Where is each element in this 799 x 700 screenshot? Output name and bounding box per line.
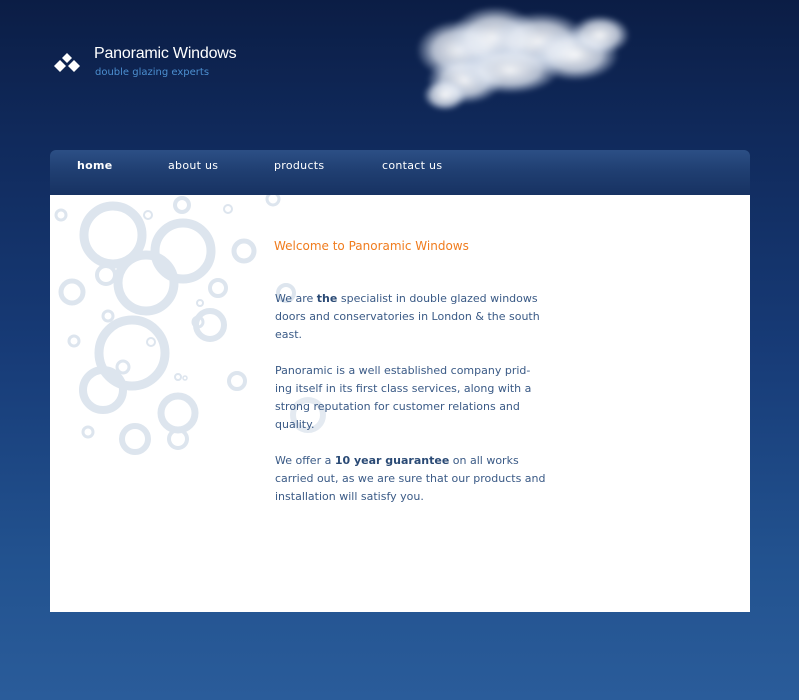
nav-contact-us[interactable]: contact us (382, 159, 442, 172)
site-tagline: double glazing experts (95, 67, 210, 78)
guarantee-paragraph: We offer a 10 year guarantee on all work… (275, 454, 546, 503)
site-title[interactable]: Panoramic Windows (94, 45, 237, 63)
main-content: Welcome to Panoramic Windows We are the … (50, 195, 750, 612)
intro-paragraph: We are the specialist in double glazed w… (275, 292, 540, 341)
emphasis-the: the (316, 292, 338, 305)
nav-products[interactable]: products (274, 159, 324, 172)
welcome-heading: Welcome to Panoramic Windows (274, 239, 469, 253)
main-nav: home about us products contact us (50, 150, 750, 195)
diamond-logo-icon[interactable] (53, 53, 81, 75)
guarantee-emphasis: 10 year guarantee (334, 454, 450, 467)
nav-home[interactable]: home (77, 159, 113, 172)
company-paragraph: Panoramic is a well established company … (275, 364, 532, 431)
site-header: Panoramic Windows double glazing experts (0, 0, 799, 150)
cloud-graphic (416, 6, 630, 111)
nav-about-us[interactable]: about us (168, 159, 218, 172)
